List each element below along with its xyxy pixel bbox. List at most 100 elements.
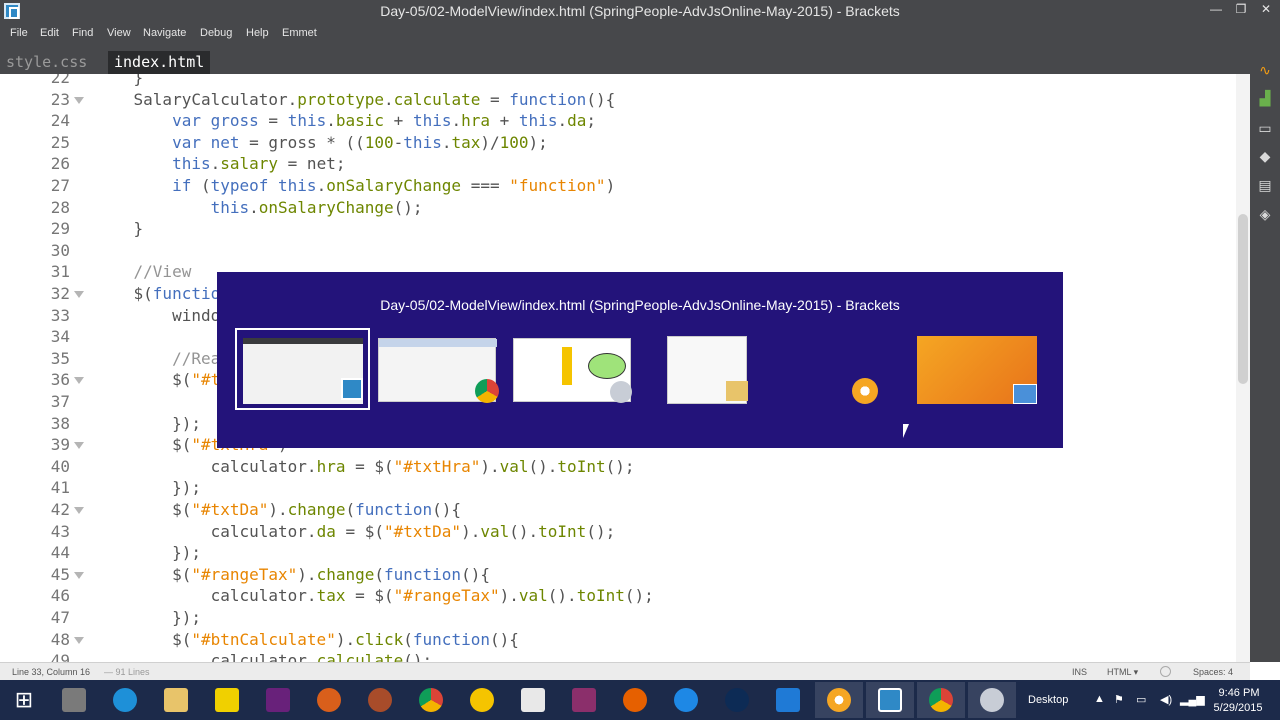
taskbar-design-app[interactable] xyxy=(305,682,353,718)
code-line[interactable]: 28 this.onSalaryChange(); xyxy=(0,198,1250,220)
code-line[interactable]: 25 var net = gross * ((100-this.tax)/100… xyxy=(0,133,1250,155)
code-line[interactable]: 47 }); xyxy=(0,608,1250,630)
menu-find[interactable]: Find xyxy=(72,27,93,39)
code-line[interactable]: 41 }); xyxy=(0,478,1250,500)
fold-toggle-icon[interactable] xyxy=(74,377,84,385)
volume-icon[interactable]: ◀) xyxy=(1160,693,1172,706)
menu-file[interactable]: File xyxy=(10,27,28,39)
taskbar-notepad[interactable] xyxy=(509,682,557,718)
code-line[interactable]: 29 } xyxy=(0,219,1250,241)
desktop-icon xyxy=(1013,384,1037,404)
fold-toggle-icon[interactable] xyxy=(74,442,84,450)
paint-icon xyxy=(980,688,1004,712)
line-number: 47 xyxy=(50,608,70,627)
show-hidden-icons-chevron-icon[interactable]: ▲ xyxy=(1094,693,1105,705)
document-icon[interactable]: ▤ xyxy=(1255,177,1275,195)
code-text: calculator.tax = $("#rangeTax").val().to… xyxy=(95,586,654,606)
network-signal-icon[interactable]: ▂▄▆ xyxy=(1180,693,1205,706)
taskbar-winrar[interactable] xyxy=(560,682,608,718)
taskbar-vscode[interactable] xyxy=(764,682,812,718)
menu-debug[interactable]: Debug xyxy=(200,27,232,39)
taskbar-firefox[interactable] xyxy=(611,682,659,718)
taskbar-pdf[interactable] xyxy=(203,682,251,718)
winrar-icon xyxy=(572,688,596,712)
git-icon[interactable]: ◆ xyxy=(1255,148,1275,166)
taskbar-remote-desktop[interactable] xyxy=(50,682,98,718)
taskbar-chrome-2[interactable] xyxy=(917,682,965,718)
taskbar-visual-studio[interactable] xyxy=(254,682,302,718)
minimize-button[interactable]: — xyxy=(1204,2,1228,20)
fold-toggle-icon[interactable] xyxy=(74,571,84,579)
close-button[interactable]: ✕ xyxy=(1254,2,1278,20)
thumbnail-brackets[interactable] xyxy=(243,338,363,404)
chrome-icon xyxy=(929,688,953,712)
taskbar-brackets[interactable] xyxy=(866,682,914,718)
code-line[interactable]: 22 } xyxy=(0,74,1250,90)
clock-time[interactable]: 9:46 PM xyxy=(1214,687,1264,699)
code-line[interactable]: 42 $("#txtDa").change(function(){ xyxy=(0,500,1250,522)
monitor-icon[interactable]: ▭ xyxy=(1136,693,1146,706)
line-number: 28 xyxy=(50,197,70,217)
taskbar-paint[interactable] xyxy=(968,682,1016,718)
taskbar-norton[interactable] xyxy=(458,682,506,718)
restore-button[interactable]: ❐ xyxy=(1229,2,1253,20)
start-button[interactable]: ⊞ xyxy=(0,682,48,718)
menu-edit[interactable]: Edit xyxy=(40,27,59,39)
code-line[interactable]: 48 $("#btnCalculate").click(function(){ xyxy=(0,630,1250,652)
taskbar-tool-app[interactable] xyxy=(356,682,404,718)
code-line[interactable]: 27 if (typeof this.onSalaryChange === "f… xyxy=(0,176,1250,198)
taskbar-file-explorer[interactable] xyxy=(152,682,200,718)
tab-index-html[interactable]: index.html xyxy=(108,51,211,74)
code-line[interactable]: 30 xyxy=(0,241,1250,263)
code-line[interactable]: 26 this.salary = net; xyxy=(0,154,1250,176)
language-selector[interactable]: HTML ▾ xyxy=(1107,667,1138,678)
thumbnail-desktop[interactable] xyxy=(917,336,1037,404)
chrome-icon xyxy=(419,688,443,712)
live-preview-icon[interactable]: ∿ xyxy=(1255,62,1275,80)
fold-toggle-icon[interactable] xyxy=(74,507,84,514)
thumbnail-chrome[interactable] xyxy=(378,338,499,403)
menu-emmet[interactable]: Emmet xyxy=(282,27,317,39)
desktop-toolbar-label[interactable]: Desktop xyxy=(1028,694,1068,706)
fold-toggle-icon[interactable] xyxy=(74,636,84,644)
window-title: Day-05/02-ModelView/index.html (SpringPe… xyxy=(380,3,900,19)
insert-mode[interactable]: INS xyxy=(1072,667,1087,677)
taskbar-chrome-1[interactable] xyxy=(407,682,455,718)
code-line[interactable]: 44 }); xyxy=(0,543,1250,565)
layers-icon[interactable]: ◈ xyxy=(1255,206,1275,224)
code-line[interactable]: 45 $("#rangeTax").change(function(){ xyxy=(0,565,1250,587)
extension-manager-icon[interactable]: ▟ xyxy=(1255,90,1275,108)
taskbar-internet-explorer[interactable] xyxy=(101,682,149,718)
code-line[interactable]: 49 calculator.calculate(); xyxy=(0,651,1250,662)
menu-view[interactable]: View xyxy=(107,27,131,39)
clock-date[interactable]: 5/29/2015 xyxy=(1208,702,1268,714)
cursor-position[interactable]: Line 33, Column 16 xyxy=(12,667,90,677)
menu-help[interactable]: Help xyxy=(246,27,269,39)
fold-toggle-icon[interactable] xyxy=(74,291,84,298)
gadgets-icon xyxy=(827,688,851,712)
vscode-icon xyxy=(776,688,800,712)
thumbnail-paint[interactable] xyxy=(513,338,632,403)
indent-setting[interactable]: Spaces: 4 xyxy=(1193,667,1233,677)
terminal-icon[interactable]: ▭ xyxy=(1255,120,1275,138)
taskbar-app-dark[interactable] xyxy=(713,682,761,718)
code-line[interactable]: 24 var gross = this.basic + this.hra + t… xyxy=(0,111,1250,133)
desktop-gadgets-icon[interactable] xyxy=(852,378,878,404)
code-line[interactable]: 40 calculator.hra = $("#txtHra").val().t… xyxy=(0,457,1250,479)
mouse-cursor xyxy=(903,424,909,438)
code-line[interactable]: 23 SalaryCalculator.prototype.calculate … xyxy=(0,90,1250,112)
tab-style-css[interactable]: style.css xyxy=(0,51,93,74)
taskbar-browser-blue[interactable] xyxy=(662,682,710,718)
linter-status-icon[interactable] xyxy=(1160,666,1171,677)
code-text: } xyxy=(95,74,144,87)
code-text: }); xyxy=(95,543,201,563)
code-line[interactable]: 43 calculator.da = $("#txtDa").val().toI… xyxy=(0,522,1250,544)
fold-toggle-icon[interactable] xyxy=(74,96,84,104)
code-text: calculator.calculate(); xyxy=(95,651,433,662)
right-toolbar: ∿ ▟ ▭ ◆ ▤ ◈ xyxy=(1250,44,1280,662)
menu-navigate[interactable]: Navigate xyxy=(143,27,186,39)
code-line[interactable]: 46 calculator.tax = $("#rangeTax").val()… xyxy=(0,586,1250,608)
flag-icon[interactable]: ⚑ xyxy=(1114,693,1124,706)
thumbnail-file-explorer[interactable] xyxy=(667,336,748,404)
taskbar-gadgets[interactable] xyxy=(815,682,863,718)
